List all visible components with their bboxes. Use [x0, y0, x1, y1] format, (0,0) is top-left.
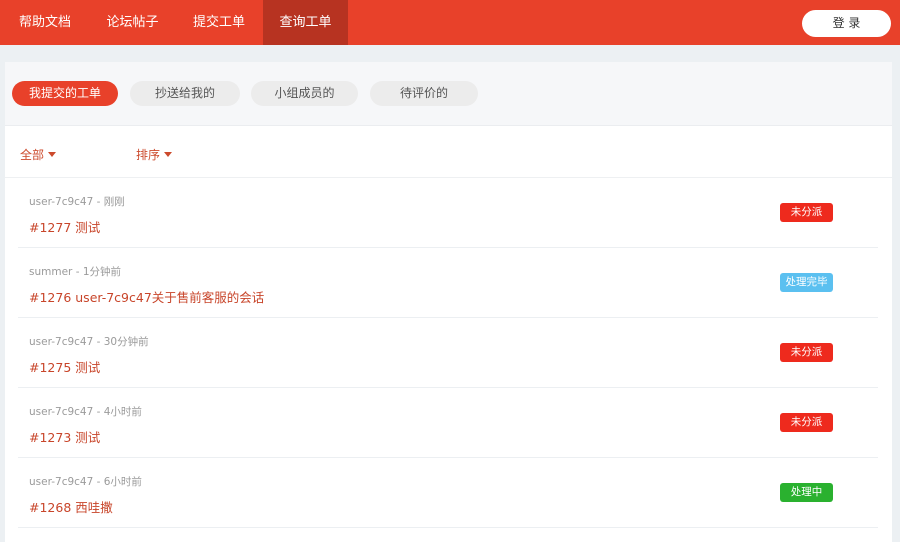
- nav-tab-forum-posts[interactable]: 论坛帖子: [90, 0, 175, 45]
- login-button[interactable]: 登 录: [802, 10, 891, 37]
- ticket-meta: user-7c9c47 - 刚刚: [29, 196, 125, 208]
- status-badge: 未分派: [780, 413, 833, 432]
- sort-dropdown-label: 排序: [136, 148, 161, 162]
- ticket-title[interactable]: #1273 测试: [29, 427, 100, 446]
- nav-tab-query-ticket[interactable]: 查询工单: [263, 0, 348, 45]
- scope-dropdown-label: 全部: [20, 148, 45, 162]
- status-badge: 处理中: [780, 483, 833, 502]
- ticket-row[interactable]: summer - 1分钟前 #1276 user-7c9c47关于售前客服的会话…: [18, 248, 878, 318]
- ticket-meta: user-7c9c47 - 30分钟前: [29, 336, 149, 348]
- status-badge: 处理完毕: [780, 273, 833, 292]
- ticket-title[interactable]: #1276 user-7c9c47关于售前客服的会话: [29, 287, 264, 306]
- filter-tabs: 我提交的工单 抄送给我的 小组成员的 待评价的: [5, 62, 892, 126]
- ticket-title[interactable]: #1275 测试: [29, 357, 100, 376]
- ticket-meta: user-7c9c47 - 4小时前: [29, 406, 142, 418]
- top-nav-bar: 帮助文档 论坛帖子 提交工单 查询工单 登 录: [0, 0, 900, 45]
- sort-dropdown[interactable]: 排序: [136, 146, 173, 163]
- filter-tab-my-tickets[interactable]: 我提交的工单: [12, 81, 118, 106]
- ticket-title[interactable]: #1268 西哇撒: [29, 497, 113, 516]
- scope-dropdown[interactable]: 全部: [20, 146, 57, 163]
- filter-tab-cc-to-me[interactable]: 抄送给我的: [130, 81, 240, 106]
- ticket-row[interactable]: user-7c9c47 - 30分钟前 #1275 测试 未分派: [18, 318, 878, 388]
- sort-bar: 全部 排序: [5, 126, 892, 178]
- ticket-meta: summer - 1分钟前: [29, 266, 122, 278]
- ticket-row[interactable]: user-7c9c47 - 6小时前 #1268 西哇撒 处理中: [18, 458, 878, 528]
- ticket-list: user-7c9c47 - 刚刚 #1277 测试 未分派 summer - 1…: [18, 178, 878, 528]
- caret-down-icon: [48, 152, 57, 157]
- ticket-row[interactable]: user-7c9c47 - 刚刚 #1277 测试 未分派: [18, 178, 878, 248]
- nav-tab-help-docs[interactable]: 帮助文档: [0, 0, 90, 45]
- ticket-title[interactable]: #1277 测试: [29, 217, 100, 236]
- status-badge: 未分派: [780, 343, 833, 362]
- filter-tab-team-members[interactable]: 小组成员的: [251, 81, 358, 106]
- nav-tab-submit-ticket[interactable]: 提交工单: [175, 0, 263, 45]
- status-badge: 未分派: [780, 203, 833, 222]
- ticket-row[interactable]: user-7c9c47 - 4小时前 #1273 测试 未分派: [18, 388, 878, 458]
- filter-tab-pending-review[interactable]: 待评价的: [370, 81, 478, 106]
- caret-down-icon: [164, 152, 173, 157]
- ticket-meta: user-7c9c47 - 6小时前: [29, 476, 142, 488]
- ticket-panel: 我提交的工单 抄送给我的 小组成员的 待评价的 全部 排序 user-7c9c4…: [5, 62, 892, 542]
